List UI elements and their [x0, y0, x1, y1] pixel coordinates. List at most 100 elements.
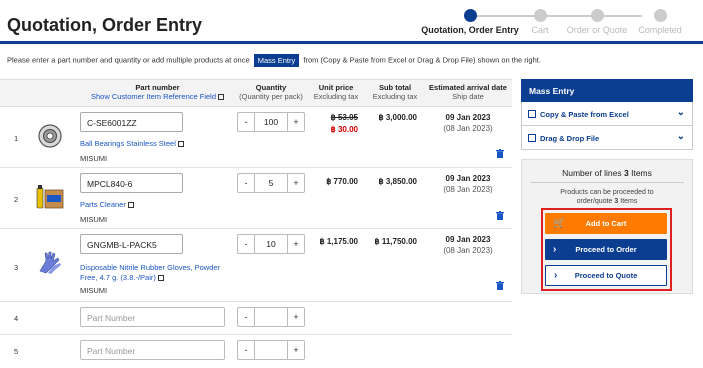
add-to-cart-label: Add to Cart	[585, 219, 627, 228]
cart-icon: 🛒	[553, 218, 566, 229]
decrement-button[interactable]: -	[238, 235, 255, 253]
arrival-date: 09 Jan 2023 (08 Jan 2023)	[430, 173, 506, 195]
quantity-stepper: - 5 +	[237, 173, 305, 193]
order-entry-table: Part number Show Customer Item Reference…	[0, 79, 512, 368]
lines-count: 3	[624, 168, 629, 178]
trash-icon[interactable]	[496, 281, 504, 290]
part-number-input[interactable]: C-SE6001ZZ	[80, 112, 183, 132]
increment-button[interactable]: +	[287, 235, 304, 253]
decrement-button[interactable]: -	[238, 174, 255, 192]
add-to-cart-button[interactable]: 🛒 Add to Cart	[545, 213, 667, 234]
header-sub-total-label: Sub total	[378, 83, 412, 92]
step-completed: Completed	[610, 9, 703, 35]
product-name-link[interactable]: Ball Bearings Stainless Steel	[80, 139, 230, 149]
header-sub-total: Sub total Excluding tax	[364, 83, 426, 101]
increment-button[interactable]: +	[287, 308, 304, 326]
chevron-down-icon: ⌄	[676, 131, 685, 142]
unit-price: ฿ 770.00	[310, 176, 358, 188]
proceed-message: Products can be proceeded to order/quote…	[522, 188, 692, 206]
header-arrival-sub: Ship date	[452, 92, 484, 101]
increment-button[interactable]: +	[287, 113, 304, 131]
arrival-date: 09 Jan 2023 (08 Jan 2023)	[430, 112, 506, 134]
header-quantity-label: Quantity	[255, 83, 287, 92]
show-customer-ref-link[interactable]: Show Customer Item Reference Field	[80, 92, 235, 101]
table-row: 2 MPCL840-6 Parts Cleaner MISUMI - 5 + ฿…	[0, 168, 512, 229]
row-number: 2	[14, 195, 19, 204]
summary-divider	[530, 182, 684, 183]
copy-icon	[157, 275, 164, 282]
proceed-message-line1: Products can be proceeded to	[560, 189, 654, 196]
quantity-input[interactable]	[255, 308, 287, 326]
quantity-input[interactable]	[255, 341, 287, 359]
brand-name: MISUMI	[80, 286, 108, 295]
ship-date-value: (08 Jan 2023)	[443, 185, 493, 194]
trash-icon[interactable]	[496, 149, 504, 158]
proceed-to-order-label: Proceed to Order	[575, 245, 637, 254]
header-unit-price-sub: Excluding tax	[313, 92, 359, 101]
proceed-to-quote-button[interactable]: › Proceed to Quote	[545, 265, 667, 286]
drag-drop-file-toggle[interactable]: Drag & Drop File ⌄	[521, 126, 693, 150]
discount-price: ฿ 30.00	[330, 125, 358, 134]
product-name: Disposable Nitrile Rubber Gloves, Powder…	[80, 263, 221, 282]
header-unit-price: Unit price Excluding tax	[308, 83, 364, 101]
table-header: Part number Show Customer Item Reference…	[0, 79, 512, 107]
quantity-stepper: - +	[237, 307, 305, 327]
instructions-text-after: from (Copy & Paste from Excel or Drag & …	[303, 55, 541, 65]
proceed-message-text: order/quote	[576, 198, 613, 205]
step-dot	[533, 9, 547, 22]
arrival-date-value: 09 Jan 2023	[445, 174, 491, 183]
mass-entry-title: Mass Entry	[521, 79, 693, 102]
instructions: Please enter a part number and quantity …	[7, 54, 541, 67]
part-number-input[interactable]: Part Number	[80, 340, 225, 360]
row-number: 3	[14, 263, 19, 272]
mass-entry-inline-button[interactable]: Mass Entry	[253, 54, 300, 67]
sub-total: ฿ 3,000.00	[378, 113, 417, 122]
part-number-input[interactable]: GNGMB-L-PACK5	[80, 234, 183, 254]
step-dot-active	[463, 9, 477, 22]
part-number-input[interactable]: Part Number	[80, 307, 225, 327]
product-name-link[interactable]: Disposable Nitrile Rubber Gloves, Powder…	[80, 263, 230, 283]
copy-icon	[177, 141, 184, 148]
decrement-button[interactable]: -	[238, 113, 255, 131]
parts-cleaner-image	[36, 185, 64, 209]
step-label: Completed	[638, 25, 682, 35]
progress-steps: Quotation, Order Entry Cart Order or Quo…	[420, 9, 700, 39]
table-row: 3 GNGMB-L-PACK5 Disposable Nitrile Rubbe…	[0, 229, 512, 302]
header-arrival: Estimated arrival date Ship date	[426, 83, 510, 101]
title-divider	[0, 41, 703, 44]
arrival-date: 09 Jan 2023 (08 Jan 2023)	[430, 234, 506, 256]
decrement-button[interactable]: -	[238, 341, 255, 359]
arrival-date-value: 09 Jan 2023	[445, 235, 491, 244]
table-row: 4 Part Number - +	[0, 302, 512, 335]
price-value: ฿ 770.00	[326, 177, 358, 186]
product-name-link[interactable]: Parts Cleaner	[80, 200, 230, 210]
proceed-to-order-button[interactable]: › Proceed to Order	[545, 239, 667, 260]
arrival-date-value: 09 Jan 2023	[445, 113, 491, 122]
file-icon	[528, 134, 536, 142]
quantity-input[interactable]: 5	[255, 174, 287, 192]
trash-icon[interactable]	[496, 211, 504, 220]
increment-button[interactable]: +	[287, 341, 304, 359]
decrement-button[interactable]: -	[238, 308, 255, 326]
brand-name: MISUMI	[80, 215, 108, 224]
header-part-number-label: Part number	[135, 83, 180, 92]
proceed-message-line2: order/quote 3 Items	[522, 197, 692, 206]
sub-total: ฿ 11,750.00	[374, 237, 417, 246]
lines-unit: Items	[631, 168, 652, 178]
row-number: 4	[14, 314, 19, 323]
step-dot	[590, 9, 604, 22]
quantity-input[interactable]: 10	[255, 235, 287, 253]
proceed-to-quote-label: Proceed to Quote	[574, 271, 638, 280]
mass-entry-panel: Mass Entry Copy & Paste from Excel ⌄ Dra…	[521, 79, 693, 150]
sub-total: ฿ 3,850.00	[378, 177, 417, 186]
gloves-image	[39, 251, 61, 274]
copy-paste-excel-toggle[interactable]: Copy & Paste from Excel ⌄	[521, 102, 693, 126]
product-name: Ball Bearings Stainless Steel	[80, 139, 176, 148]
lines-label: Number of lines	[562, 168, 622, 178]
instructions-text: Please enter a part number and quantity …	[7, 55, 250, 65]
increment-button[interactable]: +	[287, 174, 304, 192]
part-number-input[interactable]: MPCL840-6	[80, 173, 183, 193]
row-number: 5	[14, 347, 19, 356]
table-row: 1 C-SE6001ZZ Ball Bearings Stainless Ste…	[0, 107, 512, 168]
quantity-input[interactable]: 100	[255, 113, 287, 131]
